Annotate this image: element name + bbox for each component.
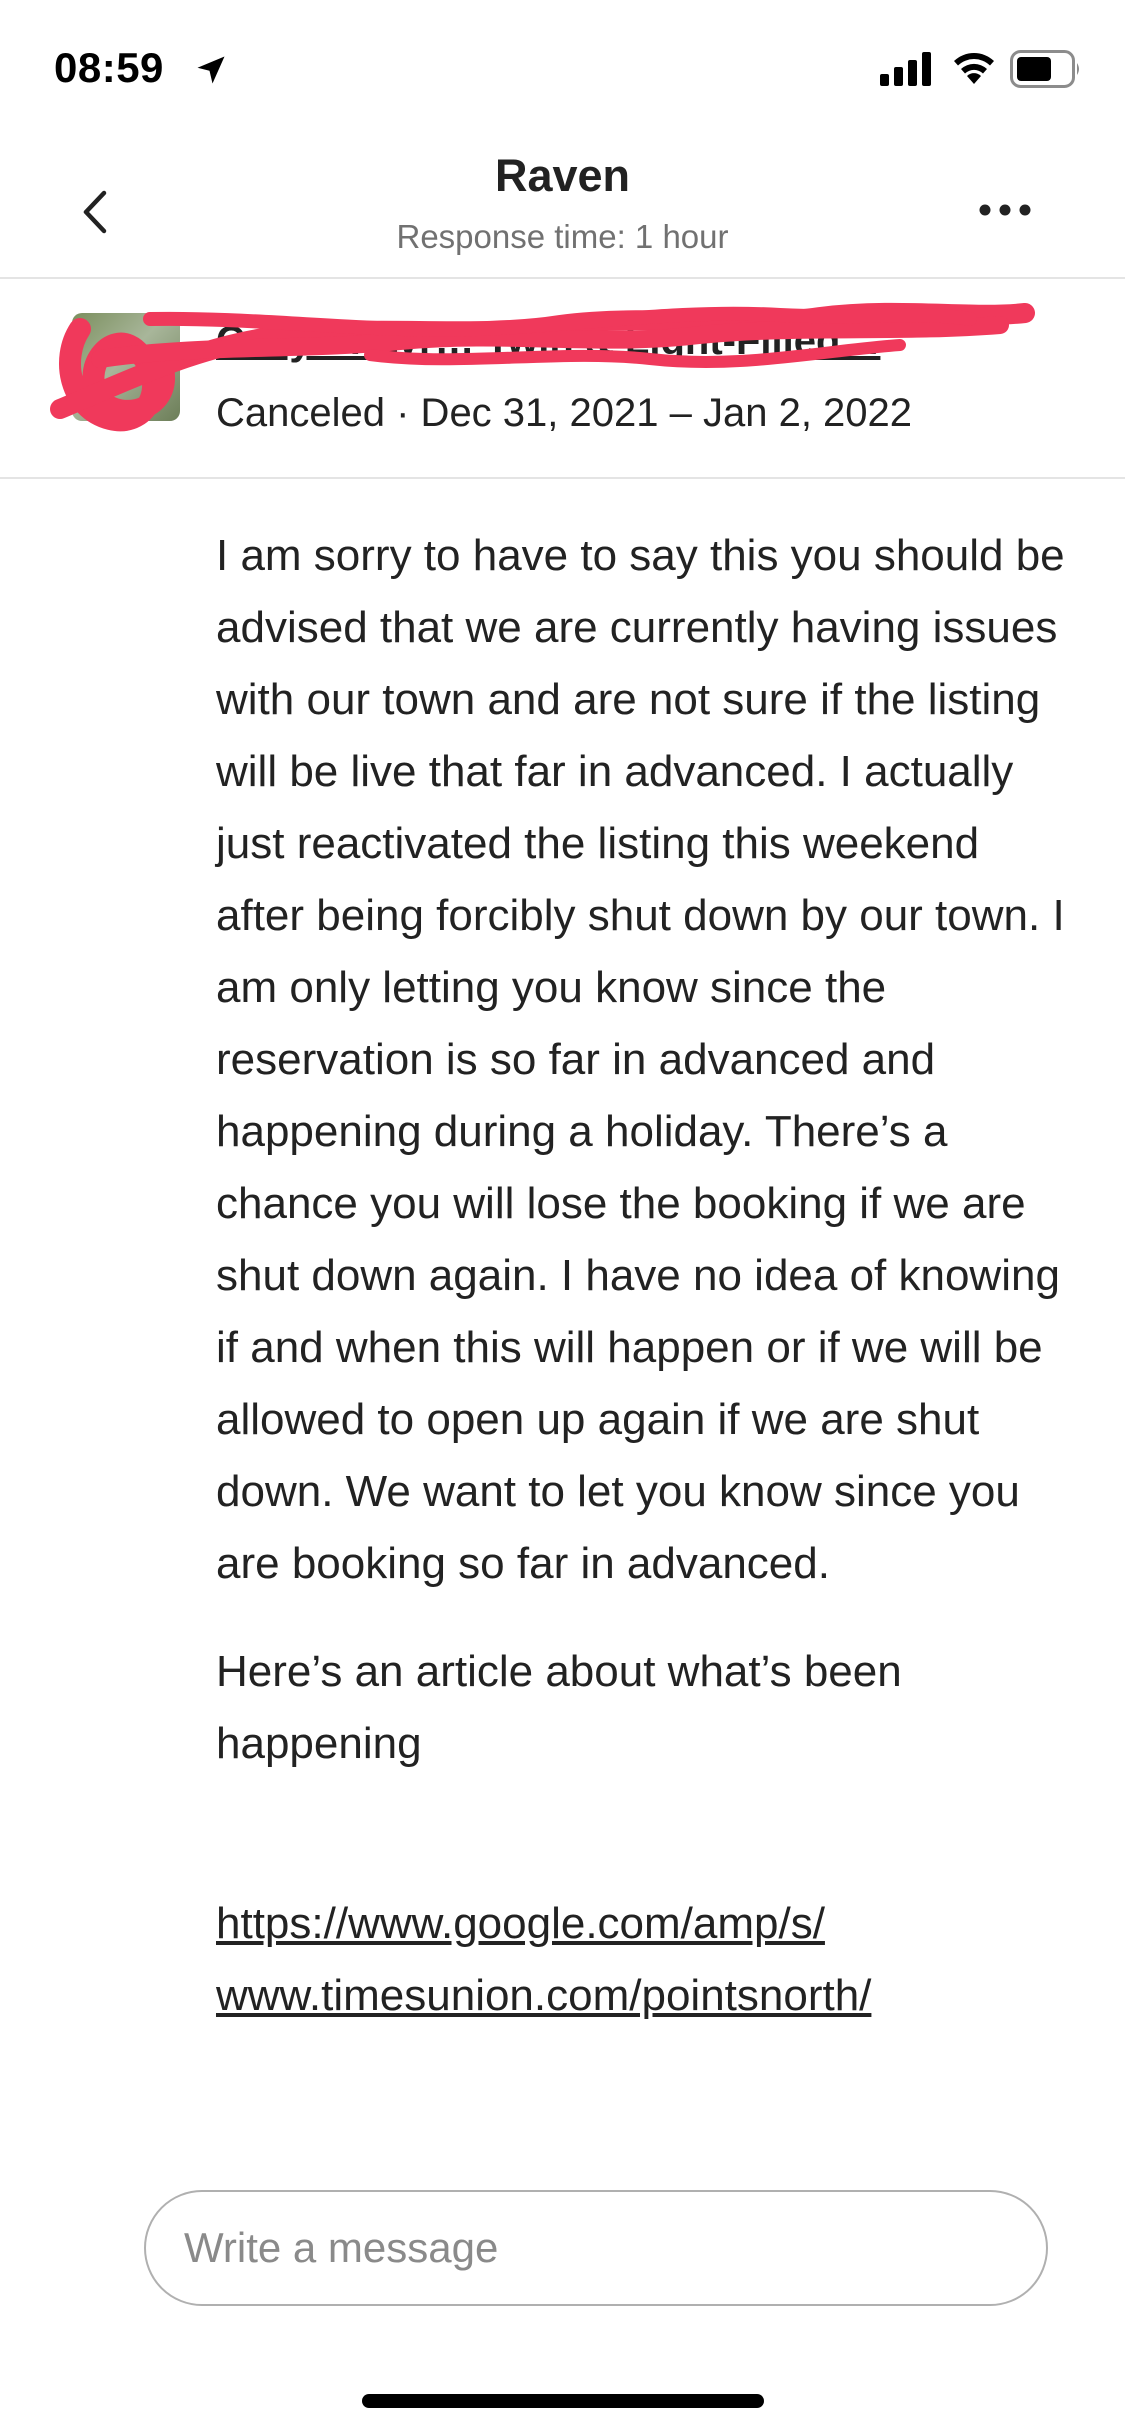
article-link-line-1: https://www.google.com/amp/s/ (216, 1899, 825, 1948)
status-bar: 08:59 (0, 0, 1125, 140)
listing-title-link[interactable]: Cozy … Lyr… Twin & Light-Filled… (216, 319, 1016, 364)
article-link-line-2: www.timesunion.com/pointsnorth/ (216, 1971, 872, 2020)
host-name: Raven (494, 150, 631, 201)
message-paragraph: I am sorry to have to say this you shoul… (216, 531, 1065, 1588)
more-options-button[interactable] (975, 190, 1035, 230)
wifi-icon (954, 53, 994, 84)
reservation-status: Canceled · Dec 31, 2021 – Jan 2, 2022 (216, 391, 913, 435)
conversation-header: Raven Response time: 1 hour (0, 140, 1125, 278)
cellular-signal-icon (880, 52, 931, 86)
article-link-paragraph: https://www.google.com/amp/s/www.timesun… (216, 1816, 1066, 2032)
message-composer[interactable] (144, 2190, 1048, 2306)
listing-thumbnail (72, 313, 180, 421)
message-paragraph: Here’s an article about what’s been happ… (216, 1647, 902, 1768)
home-indicator[interactable] (362, 2394, 764, 2408)
article-link[interactable]: https://www.google.com/amp/s/www.timesun… (216, 1899, 871, 2020)
messaging-screen: 08:59 Raven Response time: 1 hour Cozy …… (0, 0, 1125, 2436)
ellipsis-icon (979, 204, 1031, 216)
message-input[interactable] (182, 2223, 1006, 2273)
reservation-divider (0, 477, 1125, 479)
message-bubble: I am sorry to have to say this you shoul… (216, 520, 1066, 2068)
reservation-summary[interactable]: Cozy … Lyr… Twin & Light-Filled… Cancele… (0, 279, 1125, 477)
response-time: Response time: 1 hour (396, 218, 729, 255)
status-time: 08:59 (54, 44, 164, 91)
battery-icon (1010, 50, 1079, 88)
location-arrow-icon (197, 56, 225, 84)
